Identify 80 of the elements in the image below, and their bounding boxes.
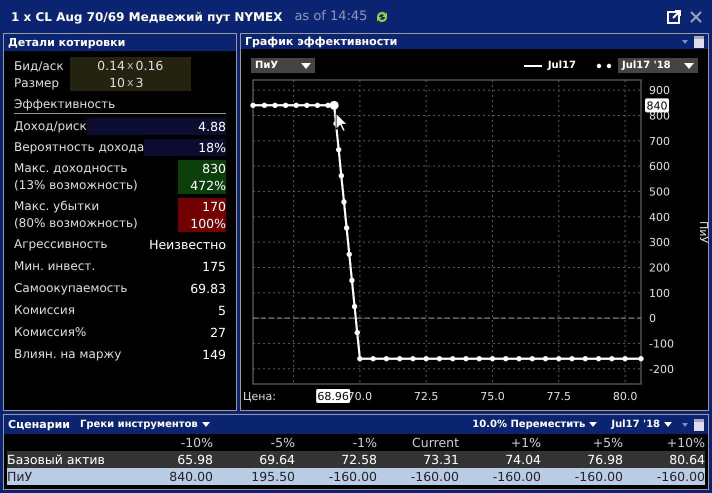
x-tick-label: 70.0: [348, 390, 372, 403]
table-cell: 73.31: [377, 451, 459, 468]
y-tick-label: 500: [649, 185, 670, 198]
table-cell: 74.04: [459, 451, 541, 468]
axis-title: ПиУ: [697, 220, 708, 244]
metric-value: 170: [202, 198, 226, 215]
panel-title: Детали котировки: [8, 36, 126, 49]
metric-label: Комиссия%: [14, 324, 86, 341]
metric-value: 149: [202, 346, 226, 363]
metric-value: 5: [218, 302, 226, 319]
metric-label: Агрессивность: [14, 236, 108, 253]
section-heading: Эффективность: [14, 97, 226, 114]
x-tick-label: 77.5: [546, 390, 572, 403]
window-title: 1 x CL Aug 70/69 Медвежий пут NYMEX: [11, 10, 282, 24]
y-tick-label: 200: [649, 261, 670, 274]
metric-label: Мин. инвест.: [14, 258, 96, 275]
table-cell: -160.00: [377, 468, 459, 485]
column-header: -5%: [270, 434, 295, 451]
metric-value: 4.88: [198, 118, 226, 135]
column-header: +10%: [666, 434, 705, 451]
axis-label: Цена:: [243, 390, 276, 403]
metric-value: Неизвестно: [149, 236, 226, 253]
value-tag: 840: [645, 98, 669, 112]
column-header: +1%: [510, 434, 541, 451]
price-tag: 68.96: [316, 389, 350, 403]
y-tick-label: 100: [649, 286, 670, 300]
column-header: +5%: [592, 434, 623, 451]
panel-title: График эффективности: [245, 35, 398, 48]
y-tick-label: 900: [649, 84, 670, 98]
table-cell: -160.00: [459, 468, 541, 485]
column-header: -1%: [352, 434, 377, 451]
table-cell: 72.58: [295, 451, 377, 468]
times-sign: x: [125, 74, 136, 91]
table-cell: 69.64: [213, 451, 295, 468]
table-cell: 840.00: [131, 468, 213, 485]
y-tick-label: -200: [649, 362, 674, 376]
table-cell: 65.98: [131, 451, 213, 468]
table-cell: 80.64: [623, 451, 705, 468]
metric-value: 27: [210, 324, 226, 341]
table-cell: 195.50: [213, 468, 295, 485]
quote-value: 10: [70, 74, 125, 91]
metric-value: 69.83: [190, 280, 226, 297]
x-tick-label: 75.0: [480, 390, 505, 403]
table-cell: -160.00: [541, 468, 623, 485]
y-tick-label: 300: [649, 236, 670, 250]
table-cell: -160.00: [623, 468, 705, 485]
metric-value: 472%: [190, 177, 226, 194]
y-tick-label: 700: [649, 134, 670, 148]
metric-value: 175: [202, 258, 226, 275]
metric-label: Вероятность дохода: [14, 139, 144, 156]
timestamp: as of 14:45: [294, 9, 368, 24]
quote-value: 0.14: [70, 57, 125, 74]
y-tick-label: 600: [649, 160, 670, 174]
y-tick-label: 0: [649, 312, 656, 326]
metric-label: Комиссия: [14, 302, 75, 319]
times-sign: x: [125, 57, 136, 74]
metric-label: Самоокупаемость: [14, 280, 128, 297]
quote-value: 3: [136, 74, 191, 91]
y-tick-label: 400: [649, 210, 670, 224]
metric-value: 830: [202, 160, 226, 177]
metric-label: Макс. доходность: [14, 160, 128, 177]
metric-label: Доход/риск: [14, 118, 87, 135]
y-tick-label: -100: [649, 337, 674, 350]
table-cell: -160.00: [295, 468, 377, 485]
metric-label: Влиян. на маржу: [14, 346, 122, 363]
metric-label: (13% возможность): [14, 177, 138, 194]
metric-value: 18%: [198, 139, 226, 156]
legend-label: Jul17: [548, 60, 576, 71]
x-tick-label: 72.5: [414, 390, 438, 403]
metric-label: Макс. убытки: [14, 198, 100, 215]
quote-value: 0.16: [136, 57, 191, 74]
field-label: Размер: [14, 76, 60, 90]
panel-title: Сценарии: [8, 418, 70, 431]
metric-value: 100%: [190, 215, 226, 232]
metric-label: (80% возможность): [14, 215, 138, 232]
column-header: Current: [411, 434, 459, 451]
column-header: -10%: [180, 434, 213, 451]
x-tick-label: 80.0: [612, 390, 638, 403]
field-label: Бид/аск: [14, 58, 65, 72]
table-cell: 76.98: [541, 451, 623, 468]
